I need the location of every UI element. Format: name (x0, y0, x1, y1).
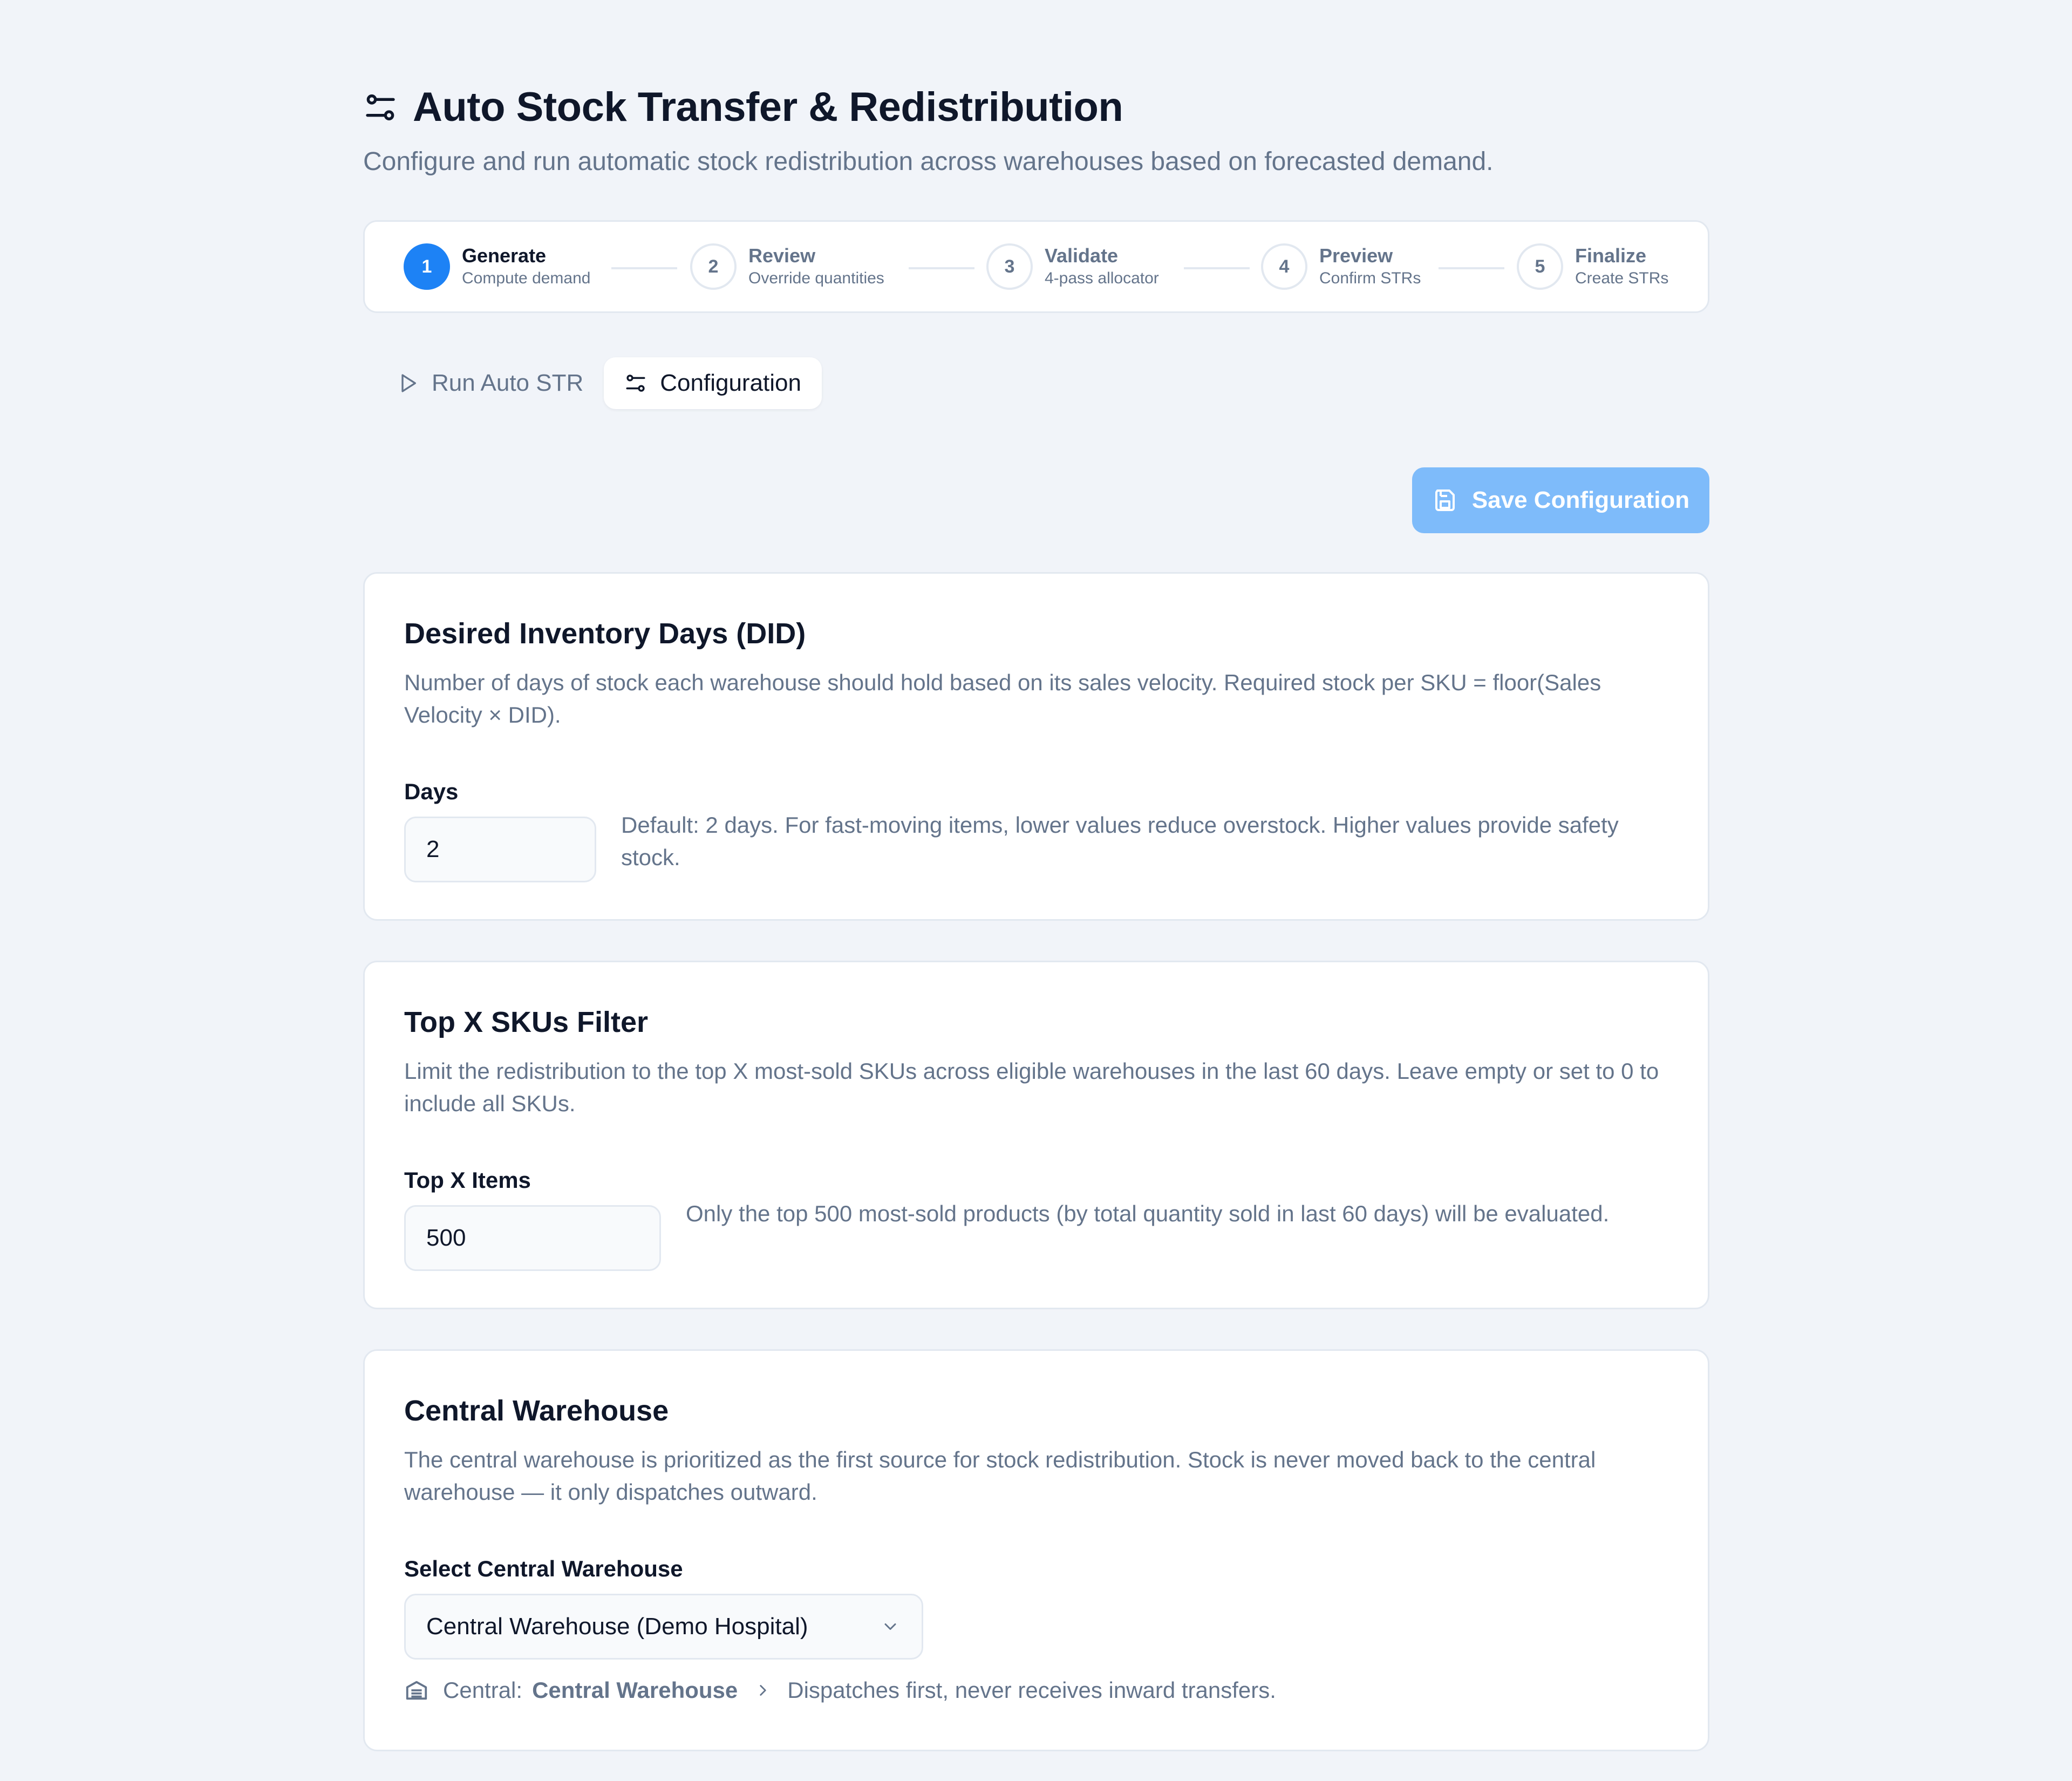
step-sublabel: Create STRs (1575, 269, 1669, 287)
step-number: 5 (1517, 243, 1563, 290)
step-number: 1 (404, 243, 450, 290)
central-warehouse-select[interactable]: Central Warehouse (Demo Hospital) (404, 1594, 923, 1660)
card-title: Central Warehouse (404, 1395, 669, 1427)
tab-run-auto-str[interactable]: Run Auto STR (377, 357, 604, 409)
step-review[interactable]: 2 Review Override quantities (690, 243, 884, 290)
step-label: Validate (1045, 244, 1119, 267)
save-configuration-button[interactable]: Save Configuration (1412, 467, 1709, 533)
progress-stepper: 1 Generate Compute demand 2 Review Overr… (363, 220, 1709, 313)
tab-label: Run Auto STR (432, 370, 584, 396)
page-subtitle: Configure and run automatic stock redist… (363, 147, 1494, 176)
card-title: Desired Inventory Days (DID) (404, 617, 806, 650)
field-hint: Only the top 500 most-sold products (by … (686, 1201, 1610, 1226)
central-warehouse-card: Central Warehouse The central warehouse … (363, 1349, 1709, 1751)
tab-label: Configuration (660, 370, 801, 396)
card-description: The central warehouse is prioritized as … (404, 1447, 1596, 1505)
step-preview[interactable]: 4 Preview Confirm STRs (1261, 243, 1421, 290)
step-finalize[interactable]: 5 Finalize Create STRs (1517, 243, 1668, 290)
chevron-down-icon (884, 1623, 896, 1630)
field-label: Select Central Warehouse (404, 1556, 683, 1581)
step-number: 4 (1261, 243, 1307, 290)
top-x-input[interactable]: 500 (404, 1205, 661, 1271)
warehouse-icon (406, 1681, 427, 1700)
field-label: Top X Items (404, 1167, 531, 1193)
card-description: Number of days of stock each warehouse s… (404, 670, 1601, 728)
top-x-card: Top X SKUs Filter Limit the redistributi… (363, 961, 1709, 1309)
step-connector (611, 267, 677, 269)
step-label: Generate (462, 244, 547, 267)
step-sublabel: 4-pass allocator (1045, 269, 1159, 287)
sliders-icon (366, 94, 395, 120)
days-input[interactable]: 2 (404, 817, 596, 882)
central-note: Dispatches first, never receives inward … (787, 1677, 1276, 1703)
card-description: Limit the redistribution to the top X mo… (404, 1058, 1659, 1116)
step-sublabel: Compute demand (462, 269, 591, 287)
central-name: Central Warehouse (532, 1677, 738, 1703)
chevron-right-icon (760, 1685, 766, 1696)
play-icon (401, 374, 416, 392)
step-sublabel: Confirm STRs (1319, 269, 1421, 287)
did-card: Desired Inventory Days (DID) Number of d… (363, 572, 1709, 921)
step-connector (1184, 267, 1250, 269)
tab-bar: Run Auto STR Configuration (377, 357, 822, 409)
step-connector (909, 267, 974, 269)
field-hint: Default: 2 days. For fast-moving items, … (621, 812, 1619, 870)
step-sublabel: Override quantities (748, 269, 884, 287)
central-prefix: Central: (443, 1677, 523, 1703)
save-button-label: Save Configuration (1471, 487, 1690, 513)
central-summary: Central: Central Warehouse Dispatches fi… (404, 1677, 1276, 1703)
page-title: Auto Stock Transfer & Redistribution (413, 84, 1123, 130)
step-label: Preview (1319, 244, 1393, 267)
tab-configuration[interactable]: Configuration (604, 357, 822, 409)
page-header: Auto Stock Transfer & Redistribution (363, 84, 1123, 131)
step-number: 3 (986, 243, 1033, 290)
field-label: Days (404, 779, 459, 804)
save-icon (1435, 490, 1455, 511)
step-generate[interactable]: 1 Generate Compute demand (404, 243, 590, 290)
sliders-icon (626, 375, 645, 392)
card-title: Top X SKUs Filter (404, 1006, 649, 1038)
step-connector (1439, 267, 1504, 269)
step-number: 2 (690, 243, 737, 290)
step-validate[interactable]: 3 Validate 4-pass allocator (986, 243, 1159, 290)
select-value: Central Warehouse (Demo Hospital) (426, 1613, 808, 1640)
step-label: Finalize (1575, 244, 1647, 267)
step-label: Review (748, 244, 816, 267)
